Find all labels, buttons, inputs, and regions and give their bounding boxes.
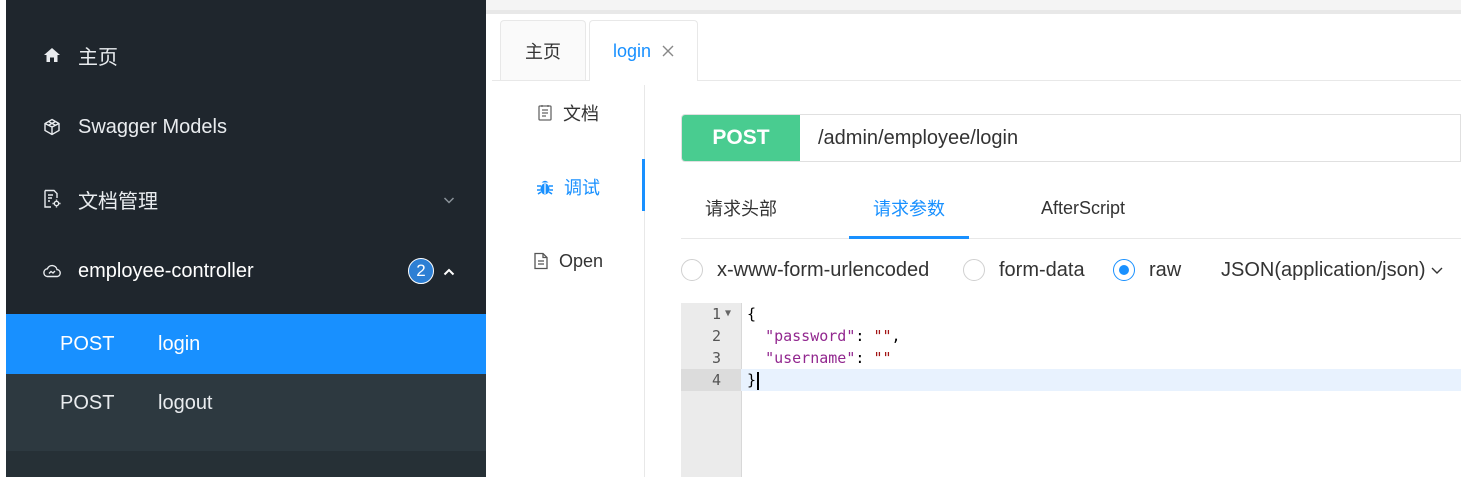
line-number: 3 xyxy=(711,349,721,367)
sidebar-item-post-logout[interactable]: POST logout xyxy=(6,374,486,451)
chevron-up-icon xyxy=(442,262,456,285)
tab-after-script[interactable]: AfterScript xyxy=(1031,178,1135,238)
sidebar: 主页 Swagger Models 文档管理 employee-controll… xyxy=(6,0,486,477)
editor-line: 2 "password": "", xyxy=(681,325,1461,347)
sidebar-item-post-login[interactable]: POST login xyxy=(6,314,486,374)
editor-line: 1 ▼ { xyxy=(681,303,1461,325)
menu-item-docs[interactable]: 文档 xyxy=(492,85,644,141)
body-type-selector: x-www-form-urlencoded form-data raw JSON… xyxy=(681,250,1461,290)
tab-request-params[interactable]: 请求参数 xyxy=(849,178,969,239)
radio-circle[interactable] xyxy=(1113,259,1135,281)
menu-item-label: Open xyxy=(558,250,604,271)
tab-bar: 主页 login xyxy=(492,14,1461,81)
chevron-down-icon xyxy=(442,190,456,213)
method-label: POST xyxy=(60,332,115,355)
radio-label: x-www-form-urlencoded xyxy=(717,258,930,281)
sidebar-item-label: 文档管理 xyxy=(78,190,158,213)
content-type-select[interactable]: JSON(application/json) xyxy=(1221,250,1444,290)
fold-arrow-icon[interactable]: ▼ xyxy=(725,303,731,325)
json-value: "" xyxy=(873,327,892,345)
top-strip xyxy=(486,0,1461,14)
method-label: POST xyxy=(60,392,115,414)
json-key: "password" xyxy=(765,327,856,345)
url-input[interactable]: /admin/employee/login xyxy=(818,115,1018,161)
sidebar-item-employee-controller[interactable]: employee-controller 2 xyxy=(6,241,486,301)
radio-raw[interactable]: raw xyxy=(1113,250,1181,290)
menu-item-open[interactable]: Open xyxy=(492,233,644,289)
radio-circle[interactable] xyxy=(963,259,985,281)
request-tabs: 请求头部 请求参数 AfterScript xyxy=(681,178,1461,239)
tab-request-headers[interactable]: 请求头部 xyxy=(689,178,793,238)
line-number: 2 xyxy=(711,327,721,345)
menu-item-debug[interactable]: 调试 xyxy=(492,159,645,215)
sidebar-footer xyxy=(6,451,486,477)
select-value: JSON(application/json) xyxy=(1221,258,1426,281)
endpoint-label: login xyxy=(158,332,201,355)
bug-icon xyxy=(536,178,554,196)
menu-item-label: 文档 xyxy=(563,104,599,124)
request-url-bar: POST /admin/employee/login xyxy=(681,114,1461,162)
radio-circle[interactable] xyxy=(681,259,703,281)
editor-line: 3 "username": "" xyxy=(681,347,1461,369)
sidebar-item-home[interactable]: 主页 xyxy=(6,25,486,85)
line-number: 1 xyxy=(711,305,721,323)
json-body-editor[interactable]: 1 ▼ { 2 "password": "", 3 "username": ""… xyxy=(681,303,1461,477)
code-brace: } xyxy=(747,371,757,389)
radio-urlencoded[interactable]: x-www-form-urlencoded xyxy=(681,250,929,290)
tab-label: 主页 xyxy=(525,41,561,62)
count-badge: 2 xyxy=(408,258,434,284)
sidebar-item-label: Swagger Models xyxy=(78,115,227,138)
sidebar-item-doc-management[interactable]: 文档管理 xyxy=(6,169,486,229)
file-icon xyxy=(533,252,549,270)
line-number: 4 xyxy=(711,371,721,389)
cloud-icon xyxy=(42,261,62,281)
radio-label: form-data xyxy=(999,258,1085,281)
tab-label: login xyxy=(613,40,652,61)
menu-item-label: 调试 xyxy=(564,178,600,198)
tab-login[interactable]: login xyxy=(589,20,698,81)
json-value: "" xyxy=(873,349,892,367)
sidebar-item-label: 主页 xyxy=(78,46,118,69)
sidebar-item-swagger-models[interactable]: Swagger Models xyxy=(6,97,486,157)
code-brace: { xyxy=(747,305,757,323)
sidebar-item-label: employee-controller xyxy=(78,259,254,282)
text-cursor xyxy=(757,371,760,390)
endpoint-label: logout xyxy=(158,392,213,414)
close-icon[interactable] xyxy=(661,44,675,58)
json-key: "username" xyxy=(765,349,856,367)
tab-home[interactable]: 主页 xyxy=(500,20,586,80)
method-badge[interactable]: POST xyxy=(682,115,800,161)
document-icon xyxy=(537,104,553,122)
radio-label: raw xyxy=(1149,258,1182,281)
chevron-down-icon xyxy=(1430,263,1444,277)
radio-form-data[interactable]: form-data xyxy=(963,250,1085,290)
doc-settings-icon xyxy=(42,189,62,209)
cube-icon xyxy=(42,117,62,137)
home-icon xyxy=(42,45,62,65)
api-side-menu: 文档 调试 Open xyxy=(492,85,645,477)
editor-line-active: 4 } xyxy=(681,369,1461,391)
